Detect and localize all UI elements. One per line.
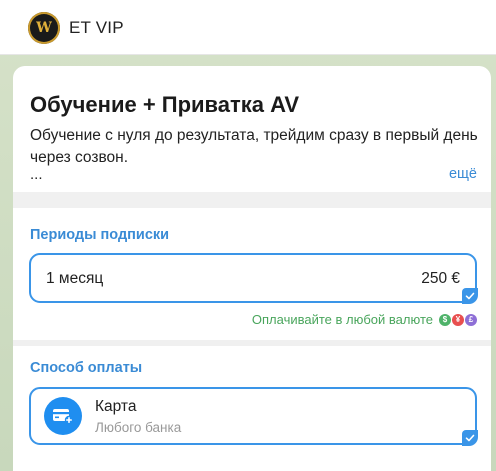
product-description-card: Обучение + Приватка AV Обучение с нуля д… <box>13 66 491 192</box>
product-title: Обучение + Приватка AV <box>30 92 300 117</box>
currency-note-text: Оплачивайте в любой валюте <box>251 312 433 327</box>
product-description: Обучение с нуля до результата, трейдим с… <box>30 127 478 166</box>
subscription-panel: Обучение + Приватка AV Обучение с нуля д… <box>13 66 491 471</box>
subscription-periods-card: Периоды подписки 1 месяц 250 € Оплачивай… <box>13 208 491 340</box>
yen-coin-icon: ¥ <box>452 313 464 326</box>
pound-coin-icon: £ <box>465 313 477 326</box>
payment-method-card: Способ оплаты Карта Любого банка <box>13 346 491 471</box>
app-header: W ET VIP <box>0 0 496 55</box>
period-option-1-month[interactable]: 1 месяц 250 € <box>29 253 478 304</box>
channel-avatar[interactable]: W <box>28 12 60 44</box>
payment-option-card[interactable]: Карта Любого банка <box>29 387 478 446</box>
periods-section-title: Периоды подписки <box>30 227 170 243</box>
card-add-icon <box>44 397 82 435</box>
more-link[interactable]: ещё <box>449 166 477 182</box>
check-icon <box>462 288 478 304</box>
brand-logo-icon: W <box>36 20 52 36</box>
payment-label: Карта <box>95 398 137 415</box>
payment-section-title: Способ оплаты <box>30 360 143 376</box>
period-price: 250 € <box>421 270 460 287</box>
dollar-coin-icon: $ <box>439 313 451 326</box>
currency-coins-icon: $ ¥ £ <box>439 313 477 326</box>
header-title: ET VIP <box>69 18 124 37</box>
period-label: 1 месяц <box>46 270 104 287</box>
currency-note: Оплачивайте в любой валюте $ ¥ £ <box>252 312 477 327</box>
payment-sublabel: Любого банка <box>95 420 182 435</box>
description-ellipsis: ... <box>30 166 43 183</box>
check-icon <box>462 430 478 446</box>
